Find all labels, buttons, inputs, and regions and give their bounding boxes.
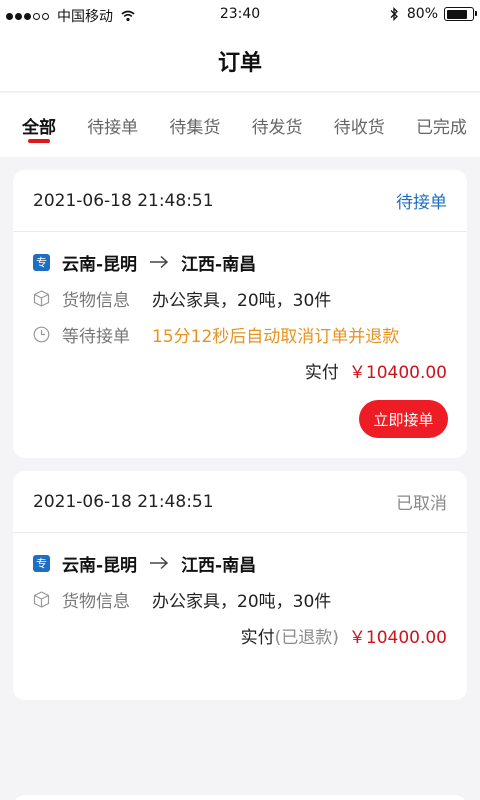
paid-label: 实付 bbox=[304, 362, 339, 383]
wait-row: 等待接单 15分12秒后自动取消订单并退款 bbox=[13, 316, 467, 352]
order-datetime: 2021-06-18 21:48:51 bbox=[33, 190, 214, 211]
special-line-badge: 专 bbox=[33, 554, 50, 572]
page-title: 订单 bbox=[217, 50, 262, 76]
wait-label: 等待接单 bbox=[62, 326, 130, 347]
paid-amount: ￥10400.00 bbox=[348, 362, 447, 383]
order-tabs: 全部 待接单 待集货 待发货 待收货 已完成 bbox=[0, 93, 480, 157]
package-icon bbox=[33, 590, 50, 608]
order-card-header: 2021-06-18 21:48:51 待接单 bbox=[13, 170, 467, 232]
tab-pending-receive[interactable]: 待收货 bbox=[334, 93, 385, 157]
tab-completed[interactable]: 已完成 bbox=[416, 93, 467, 157]
route-destination: 江西-南昌 bbox=[181, 555, 257, 576]
goods-label: 货物信息 bbox=[62, 591, 130, 612]
order-card-header: 2021-06-18 21:48:51 已取消 bbox=[13, 471, 467, 533]
route-row: 专 云南-昆明 江西-南昌 bbox=[13, 545, 467, 581]
order-status: 待接单 bbox=[396, 193, 447, 213]
route-destination: 江西-南昌 bbox=[181, 254, 257, 275]
status-bar: 中国移动 23:40 80% bbox=[0, 0, 480, 30]
battery-icon bbox=[444, 7, 477, 21]
route-origin: 云南-昆明 bbox=[62, 555, 138, 576]
order-card[interactable]: 2021-06-18 21:48:51 已取消 专 云南-昆明 江西-南昌 货物… bbox=[13, 471, 467, 700]
package-icon bbox=[33, 289, 50, 307]
goods-value: 办公家具，20吨，30件 bbox=[152, 591, 332, 612]
payment-row: 实付 (已退款) ￥10400.00 bbox=[13, 617, 467, 653]
battery-percent: 80% bbox=[406, 6, 438, 22]
clock-icon bbox=[33, 326, 50, 342]
goods-label: 货物信息 bbox=[62, 290, 130, 311]
order-datetime: 2021-06-18 21:48:51 bbox=[33, 491, 214, 512]
arrow-right-icon bbox=[150, 255, 169, 269]
tab-pending-accept[interactable]: 待接单 bbox=[87, 93, 138, 157]
tab-pending-ship[interactable]: 待发货 bbox=[252, 93, 303, 157]
bluetooth-icon bbox=[390, 7, 398, 21]
order-card[interactable]: 2021-06-18 21:48:51 待接单 专 云南-昆明 江西-南昌 货物… bbox=[13, 170, 467, 458]
route-origin: 云南-昆明 bbox=[62, 254, 138, 275]
goods-row: 货物信息 办公家具，20吨，30件 bbox=[13, 280, 467, 316]
tab-all[interactable]: 全部 bbox=[22, 93, 56, 157]
goods-row: 货物信息 办公家具，20吨，30件 bbox=[13, 581, 467, 617]
accept-order-button[interactable]: 立即接单 bbox=[359, 400, 448, 438]
payment-row: 实付 ￥10400.00 bbox=[13, 352, 467, 388]
order-card-partial[interactable] bbox=[13, 795, 467, 800]
nav-bar: 订单 bbox=[0, 30, 480, 92]
goods-value: 办公家具，20吨，30件 bbox=[152, 290, 332, 311]
countdown-text: 15分12秒后自动取消订单并退款 bbox=[152, 326, 400, 347]
arrow-right-icon bbox=[150, 556, 169, 570]
refund-note: (已退款) bbox=[274, 627, 339, 648]
paid-amount: ￥10400.00 bbox=[348, 627, 447, 648]
order-status: 已取消 bbox=[396, 494, 447, 514]
route-row: 专 云南-昆明 江西-南昌 bbox=[13, 244, 467, 280]
tab-pending-collect[interactable]: 待集货 bbox=[169, 93, 220, 157]
paid-label: 实付 bbox=[240, 627, 275, 648]
special-line-badge: 专 bbox=[33, 253, 50, 271]
